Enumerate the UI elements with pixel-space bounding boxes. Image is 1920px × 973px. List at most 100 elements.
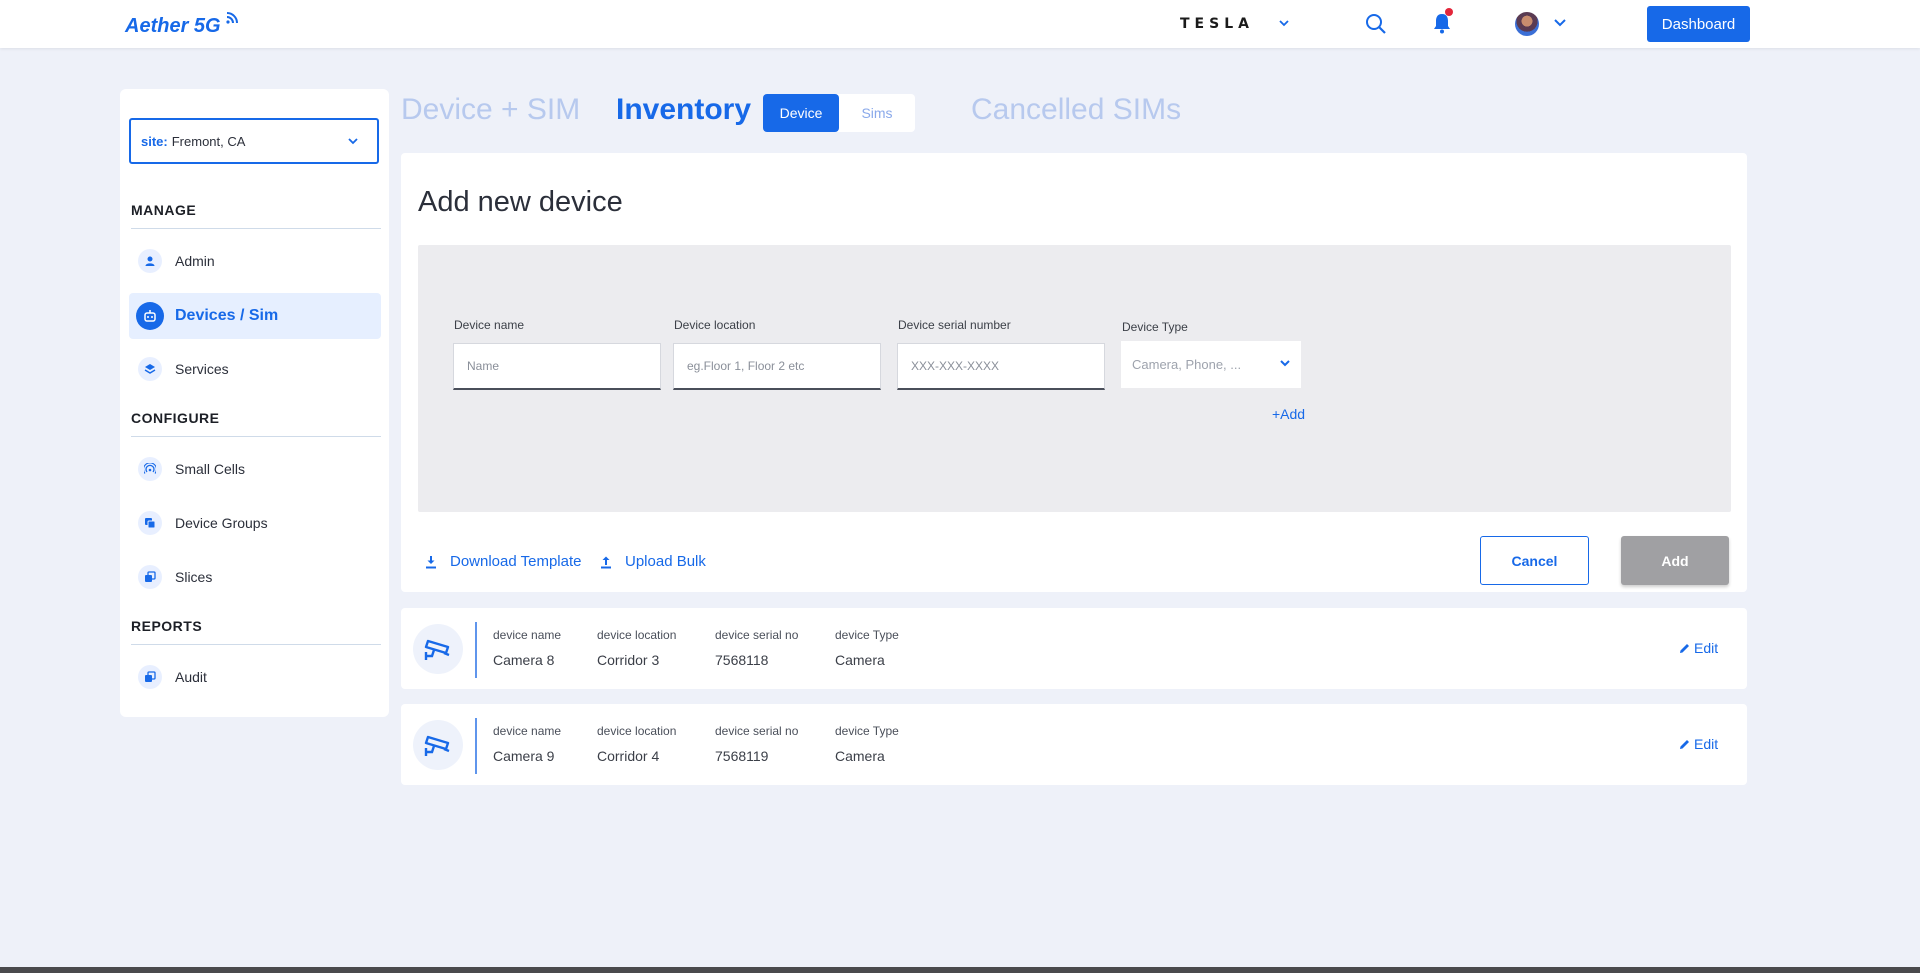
security-camera-icon [413, 720, 463, 770]
wifi-icon [226, 12, 238, 24]
reports-heading: REPORTS [131, 618, 203, 634]
add-device-card: Add new device Device name Name Device l… [401, 153, 1747, 592]
device-location-col: device location Corridor 4 [597, 724, 676, 764]
card-title: Add new device [418, 186, 623, 218]
sidebar-item-label: Slices [175, 569, 213, 585]
column-header: device location [597, 724, 677, 738]
pencil-icon [1680, 740, 1689, 749]
layers-icon [138, 357, 162, 381]
chevron-down-icon[interactable] [1553, 17, 1567, 29]
device-location-value: Corridor 3 [597, 652, 660, 668]
manage-heading: MANAGE [131, 202, 197, 218]
security-camera-icon [413, 624, 463, 674]
chevron-down-icon[interactable] [1278, 17, 1290, 29]
tab-device-sim[interactable]: Device + SIM [401, 93, 580, 127]
site-key: site: [141, 133, 168, 149]
sidebar-item-label: Audit [175, 669, 207, 685]
sidebar: site: Fremont, CA MANAGE Admin Devices /… [120, 89, 389, 717]
top-bar: Aether 5G TESLA Dashboard [0, 0, 1920, 48]
device-type-select[interactable]: Camera, Phone, ... [1121, 341, 1301, 388]
site-value: Fremont, CA [171, 133, 246, 149]
sidebar-item-label: Small Cells [175, 461, 246, 477]
device-name-field[interactable]: Name [453, 343, 661, 390]
device-row: device name Camera 8 device location Cor… [401, 608, 1747, 689]
tab-inventory[interactable]: Inventory [616, 93, 751, 127]
device-name-col: device name Camera 9 [493, 724, 561, 764]
column-header: device name [493, 628, 562, 642]
toggle-sims[interactable]: Sims [839, 94, 915, 132]
tab-cancelled-sims[interactable]: Cancelled SIMs [971, 93, 1181, 127]
sidebar-item-device-groups[interactable]: Device Groups [129, 500, 381, 546]
tenant-brand[interactable]: TESLA [1180, 16, 1254, 32]
download-icon [426, 555, 436, 568]
sidebar-item-devices-sim[interactable]: Devices / Sim [129, 293, 381, 339]
column-header: device serial no [715, 628, 799, 642]
cancel-button[interactable]: Cancel [1480, 536, 1589, 585]
person-icon [138, 249, 162, 273]
upload-bulk-label: Upload Bulk [625, 553, 706, 570]
add-button[interactable]: Add [1621, 536, 1729, 585]
slices-icon [138, 565, 162, 589]
device-form: Device name Name Device location eg.Floo… [418, 245, 1731, 512]
notification-badge [1445, 8, 1453, 16]
divider [475, 622, 477, 678]
upload-icon [601, 556, 611, 568]
divider [131, 228, 381, 229]
device-serial-value: 7568119 [715, 748, 769, 764]
chevron-down-icon [1280, 360, 1290, 367]
toggle-device[interactable]: Device [763, 94, 839, 132]
sidebar-item-small-cells[interactable]: Small Cells [129, 446, 381, 492]
upload-bulk-link[interactable]: Upload Bulk [600, 553, 706, 570]
logo-text: Aether 5G [125, 15, 221, 37]
device-row: device name Camera 9 device location Cor… [401, 704, 1747, 785]
column-header: device location [597, 628, 677, 642]
site-select[interactable]: site: Fremont, CA [129, 118, 379, 164]
divider [131, 644, 381, 645]
avatar[interactable] [1515, 12, 1539, 36]
sidebar-item-services[interactable]: Services [129, 346, 381, 392]
download-template-link[interactable]: Download Template [425, 553, 581, 570]
bottom-bar [0, 967, 1920, 973]
add-more-link[interactable]: +Add [1272, 406, 1305, 422]
sidebar-item-label: Services [175, 361, 229, 377]
device-location-value: Corridor 4 [597, 748, 660, 764]
sidebar-item-audit[interactable]: Audit [129, 654, 381, 700]
configure-heading: CONFIGURE [131, 410, 220, 426]
edit-label: Edit [1694, 640, 1719, 656]
divider [475, 718, 477, 774]
column-header: device name [493, 724, 562, 738]
device-location-field[interactable]: eg.Floor 1, Floor 2 etc [673, 343, 881, 390]
sidebar-item-admin[interactable]: Admin [129, 238, 381, 284]
device-location-label: Device location [674, 318, 756, 332]
device-serial-col: device serial no 7568119 [715, 724, 798, 764]
device-name-col: device name Camera 8 [493, 628, 561, 668]
device-serial-label: Device serial number [898, 318, 1011, 332]
signal-icon [138, 457, 162, 481]
chevron-down-icon [348, 138, 358, 145]
sidebar-item-slices[interactable]: Slices [129, 554, 381, 600]
search-icon[interactable] [1365, 13, 1387, 35]
sidebar-item-label: Device Groups [175, 515, 268, 531]
divider [131, 436, 381, 437]
app-logo[interactable]: Aether 5G [125, 12, 238, 38]
sidebar-item-label: Devices / Sim [175, 307, 279, 324]
device-type-col: device Type Camera [835, 628, 899, 668]
device-serial-value: 7568118 [715, 652, 769, 668]
device-type-value: Camera [835, 652, 885, 668]
download-template-label: Download Template [450, 553, 582, 570]
device-name-label: Device name [454, 318, 525, 332]
device-type-col: device Type Camera [835, 724, 899, 764]
device-serial-field[interactable]: XXX-XXX-XXXX [897, 343, 1105, 390]
pencil-icon [1680, 644, 1689, 653]
device-name-value: Camera 9 [493, 748, 555, 764]
edit-button[interactable]: Edit [1679, 640, 1718, 656]
edit-label: Edit [1694, 736, 1719, 752]
device-type-placeholder: Camera, Phone, ... [1132, 357, 1242, 372]
robot-icon [136, 302, 164, 330]
dashboard-button[interactable]: Dashboard [1647, 6, 1750, 42]
column-header: device Type [835, 724, 899, 738]
group-icon [138, 511, 162, 535]
edit-button[interactable]: Edit [1679, 736, 1718, 752]
sidebar-item-label: Admin [175, 253, 215, 269]
device-type-value: Camera [835, 748, 885, 764]
